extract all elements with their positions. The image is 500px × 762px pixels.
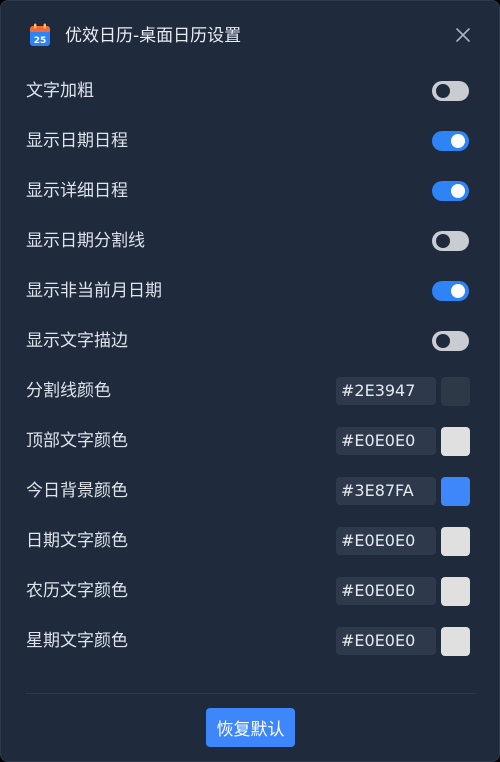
top-text-color-input[interactable] <box>336 427 436 455</box>
setting-row-top-text-color: 顶部文字颜色 <box>1 416 499 466</box>
toggle-knob <box>436 84 450 98</box>
settings-window: 25 优效日历-桌面日历设置 文字加粗 显示日期日程 显示详细日程 显示日期分割… <box>0 0 500 762</box>
setting-row-lunar-text-color: 农历文字颜色 <box>1 566 499 616</box>
toggle-knob <box>451 134 465 148</box>
bold-text-toggle[interactable] <box>432 81 469 101</box>
setting-row-date-text-color: 日期文字颜色 <box>1 516 499 566</box>
toggle-knob <box>436 234 450 248</box>
date-text-color-input[interactable] <box>336 527 436 555</box>
setting-row-show-date-divider: 显示日期分割线 <box>1 216 499 266</box>
setting-label: 文字加粗 <box>26 81 94 101</box>
today-bg-color-input[interactable] <box>336 477 436 505</box>
setting-label: 今日背景颜色 <box>26 481 128 501</box>
toggle-knob <box>436 334 450 348</box>
weekday-text-color-swatch[interactable] <box>441 627 470 656</box>
divider-color-swatch[interactable] <box>441 377 470 406</box>
toggle-knob <box>451 184 465 198</box>
setting-label: 星期文字颜色 <box>26 631 128 651</box>
setting-row-show-text-outline: 显示文字描边 <box>1 316 499 366</box>
calendar-icon-day: 25 <box>34 36 47 46</box>
setting-row-show-detailed-schedule: 显示详细日程 <box>1 166 499 216</box>
setting-row-today-bg-color: 今日背景颜色 <box>1 466 499 516</box>
calendar-icon: 25 <box>29 23 51 47</box>
divider-color-input[interactable] <box>336 377 436 405</box>
window-title: 优效日历-桌面日历设置 <box>65 26 242 46</box>
setting-label: 显示日期日程 <box>26 131 128 151</box>
show-date-divider-toggle[interactable] <box>432 231 469 251</box>
setting-label: 显示文字描边 <box>26 331 128 351</box>
setting-row-show-date-schedule: 显示日期日程 <box>1 116 499 166</box>
date-text-color-swatch[interactable] <box>441 527 470 556</box>
close-button[interactable] <box>451 23 475 47</box>
today-bg-color-swatch[interactable] <box>441 477 470 506</box>
lunar-text-color-swatch[interactable] <box>441 577 470 606</box>
restore-defaults-button[interactable]: 恢复默认 <box>206 708 295 747</box>
toggle-knob <box>451 284 465 298</box>
show-other-month-dates-toggle[interactable] <box>432 281 469 301</box>
weekday-text-color-input[interactable] <box>336 627 436 655</box>
footer-divider <box>25 693 476 694</box>
show-date-schedule-toggle[interactable] <box>432 131 469 151</box>
show-text-outline-toggle[interactable] <box>432 331 469 351</box>
close-icon <box>456 28 470 42</box>
show-detailed-schedule-toggle[interactable] <box>432 181 469 201</box>
top-text-color-swatch[interactable] <box>441 427 470 456</box>
setting-label: 显示非当前月日期 <box>26 281 162 301</box>
setting-row-divider-color: 分割线颜色 <box>1 366 499 416</box>
setting-row-bold-text: 文字加粗 <box>1 66 499 116</box>
title-bar: 25 优效日历-桌面日历设置 <box>1 1 499 69</box>
setting-label: 顶部文字颜色 <box>26 431 128 451</box>
setting-label: 农历文字颜色 <box>26 581 128 601</box>
setting-label: 显示详细日程 <box>26 181 128 201</box>
setting-label: 分割线颜色 <box>26 381 111 401</box>
settings-list: 文字加粗 显示日期日程 显示详细日程 显示日期分割线 显示非当前月日期 显示文字… <box>1 66 499 666</box>
setting-row-weekday-text-color: 星期文字颜色 <box>1 616 499 666</box>
setting-row-show-other-month-dates: 显示非当前月日期 <box>1 266 499 316</box>
setting-label: 日期文字颜色 <box>26 531 128 551</box>
lunar-text-color-input[interactable] <box>336 577 436 605</box>
setting-label: 显示日期分割线 <box>26 231 145 251</box>
